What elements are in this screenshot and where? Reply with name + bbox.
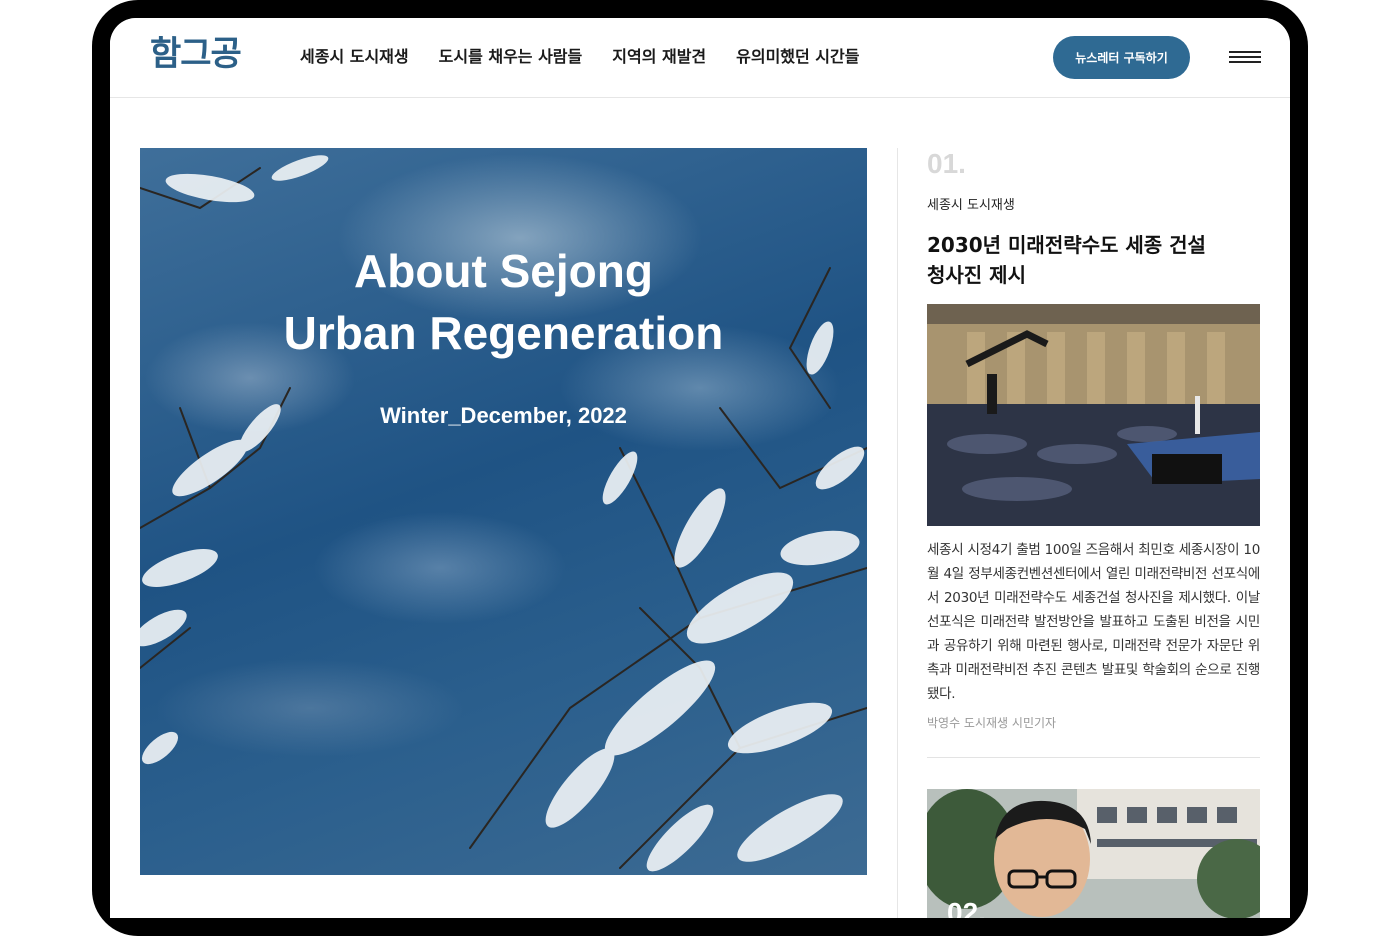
newsletter-subscribe-button[interactable]: 뉴스레터 구독하기 (1053, 36, 1190, 79)
main-nav: 세종시 도시재생 도시를 채우는 사람들 지역의 재발견 유의미했던 시간들 (300, 46, 859, 68)
article-number: 01. (927, 148, 966, 179)
article-card-1: 01. 세종시 도시재생 2030년 미래전략수도 세종 건설 청사진 제시 세… (927, 148, 1260, 731)
article-photo-conference[interactable] (927, 304, 1260, 526)
column-divider (897, 148, 898, 918)
article-title-line-1: 2030년 미래전략수도 세종 건설 (927, 233, 1206, 257)
article-title[interactable]: 2030년 미래전략수도 세종 건설 청사진 제시 (927, 230, 1260, 290)
hero-title-line-1: About Sejong (354, 245, 653, 297)
hero-title-line-2: Urban Regeneration (283, 307, 724, 359)
menu-icon[interactable] (1229, 51, 1261, 65)
nav-item-meaningful-times[interactable]: 유의미했던 시간들 (736, 46, 859, 68)
site-header: 함그공 세종시 도시재생 도시를 채우는 사람들 지역의 재발견 유의미했던 시… (110, 18, 1290, 98)
conference-hall-image (927, 304, 1260, 526)
hero-subtitle: Winter_December, 2022 (380, 403, 627, 428)
article-card-2-photo[interactable]: 02. (927, 789, 1260, 918)
browser-viewport: 함그공 세종시 도시재생 도시를 채우는 사람들 지역의 재발견 유의미했던 시… (110, 18, 1290, 918)
article-separator (927, 757, 1260, 758)
nav-item-rediscovery[interactable]: 지역의 재발견 (612, 46, 706, 68)
hero-banner: About Sejong Urban Regeneration Winter_D… (140, 148, 867, 875)
hero-title: About Sejong Urban Regeneration (140, 240, 867, 364)
article-title-line-2: 청사진 제시 (927, 263, 1026, 287)
article-byline: 박영수 도시재생 시민기자 (927, 716, 1057, 730)
article-category[interactable]: 세종시 도시재생 (927, 198, 1260, 214)
nav-item-urban-regeneration[interactable]: 세종시 도시재생 (300, 46, 409, 68)
nav-item-people[interactable]: 도시를 채우는 사람들 (439, 46, 583, 68)
article-2-number: 02. (947, 897, 986, 918)
article-body: 세종시 시정4기 출범 100일 즈음해서 최민호 세종시장이 10월 4일 정… (927, 542, 1260, 702)
site-logo[interactable]: 함그공 (150, 34, 242, 74)
